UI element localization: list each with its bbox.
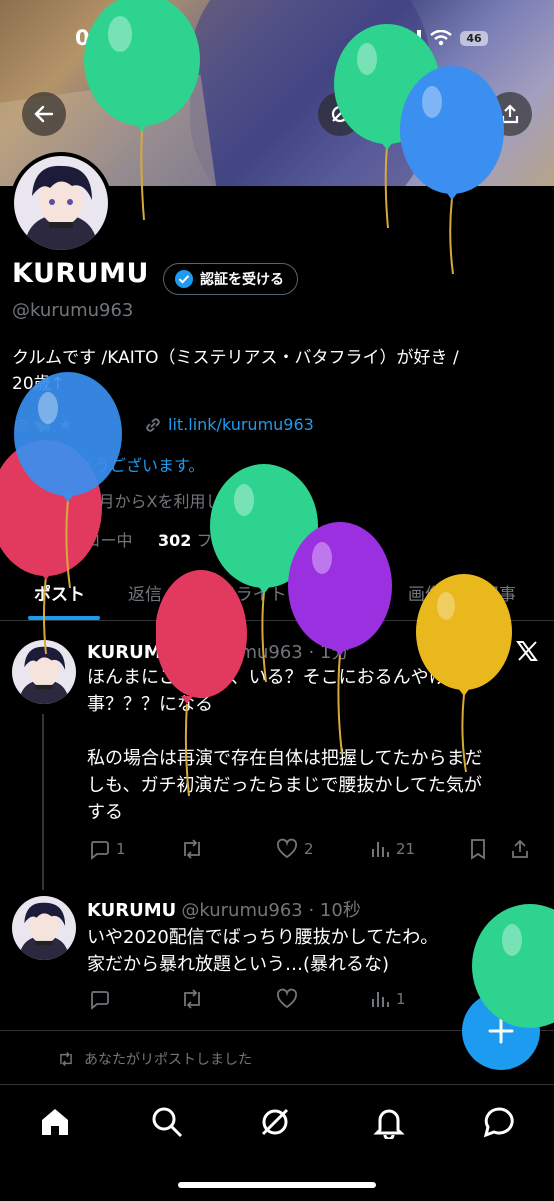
repost-button[interactable] — [180, 838, 276, 860]
bookmark-icon — [471, 839, 485, 860]
tweet-text-line: する — [87, 802, 123, 823]
retweet-icon — [184, 989, 200, 1009]
back-arrow-icon — [34, 105, 54, 123]
messages-icon — [483, 1107, 514, 1138]
like-icon — [276, 988, 298, 1009]
tweet-actions: 1 2 21 — [88, 838, 543, 860]
bio-line: クルムです /KAITO（ミステリアス・バタフライ）が好き / — [12, 348, 459, 368]
avatar-image — [12, 896, 76, 960]
balloon-red — [156, 570, 247, 797]
tweet-header: KURUMU @kurumu963 · 10秒 — [87, 896, 361, 922]
search-icon — [152, 1107, 183, 1138]
like-count: 2 — [304, 840, 314, 858]
link-icon — [146, 417, 160, 432]
bell-icon — [373, 1109, 405, 1141]
views-count: 21 — [396, 840, 416, 858]
balloon-blue — [14, 372, 122, 589]
profile-handle: @kurumu963 — [12, 300, 134, 321]
nav-notifications[interactable] — [372, 1105, 406, 1141]
balloon-blue — [400, 66, 504, 275]
views-icon — [372, 992, 389, 1007]
balloon-yellow — [416, 574, 512, 773]
views-icon — [372, 842, 389, 857]
nav-search[interactable] — [150, 1105, 184, 1139]
battery-indicator: 46 — [460, 30, 488, 46]
reply-icon — [91, 841, 109, 860]
retweet-icon — [184, 839, 200, 859]
x-logo-icon — [516, 641, 538, 661]
like-icon — [276, 838, 298, 859]
get-verified-label: 認証を受ける — [200, 272, 284, 288]
get-verified-button[interactable]: 認証を受ける — [163, 263, 298, 295]
like-button[interactable] — [276, 988, 370, 1010]
repost-button[interactable] — [180, 988, 276, 1010]
reply-button[interactable]: 1 — [88, 838, 180, 860]
balloon-purple — [288, 522, 392, 755]
bookmark-button[interactable] — [468, 838, 510, 860]
tweet-avatar[interactable] — [12, 896, 76, 960]
profile-link-text[interactable]: lit.link/kurumu963 — [168, 415, 314, 434]
views-count: 1 — [396, 990, 406, 1008]
reply-button[interactable] — [88, 988, 180, 1010]
nav-grok[interactable] — [258, 1105, 292, 1139]
profile-link[interactable]: lit.link/kurumu963 — [144, 415, 314, 434]
views-button[interactable]: 1 — [370, 989, 450, 1009]
nav-home[interactable] — [38, 1105, 72, 1139]
views-button[interactable]: 21 — [370, 839, 468, 859]
back-button[interactable] — [22, 92, 66, 136]
balloon-green — [84, 0, 200, 221]
share-icon — [512, 839, 528, 858]
grok-icon — [261, 1108, 289, 1136]
followers-count: 302 — [157, 531, 192, 550]
like-button[interactable]: 2 — [276, 838, 370, 860]
reply-icon — [91, 991, 109, 1010]
repost-notice: あなたがリポストしました — [56, 1049, 252, 1069]
home-icon — [42, 1109, 68, 1135]
balloon-green — [472, 904, 554, 1028]
tweet-meta: @kurumu963 · 10秒 — [181, 900, 361, 921]
repost-note-text: あなたがリポストしました — [84, 1052, 252, 1068]
verified-badge-icon — [175, 270, 193, 288]
reply-count: 1 — [116, 840, 126, 858]
tweet-text-line: しも、ガチ初演だったらまじで腰抜かしてた気が — [87, 775, 482, 796]
profile-name: KURUMU — [12, 258, 149, 289]
tweet-actions: 1 — [88, 988, 468, 1010]
nav-messages[interactable] — [482, 1105, 516, 1139]
thread-line — [42, 714, 44, 890]
share-tweet-button[interactable] — [510, 839, 530, 859]
retweet-icon — [60, 1051, 72, 1067]
home-indicator — [178, 1182, 376, 1188]
tweet-author-name[interactable]: KURUMU — [87, 900, 176, 921]
